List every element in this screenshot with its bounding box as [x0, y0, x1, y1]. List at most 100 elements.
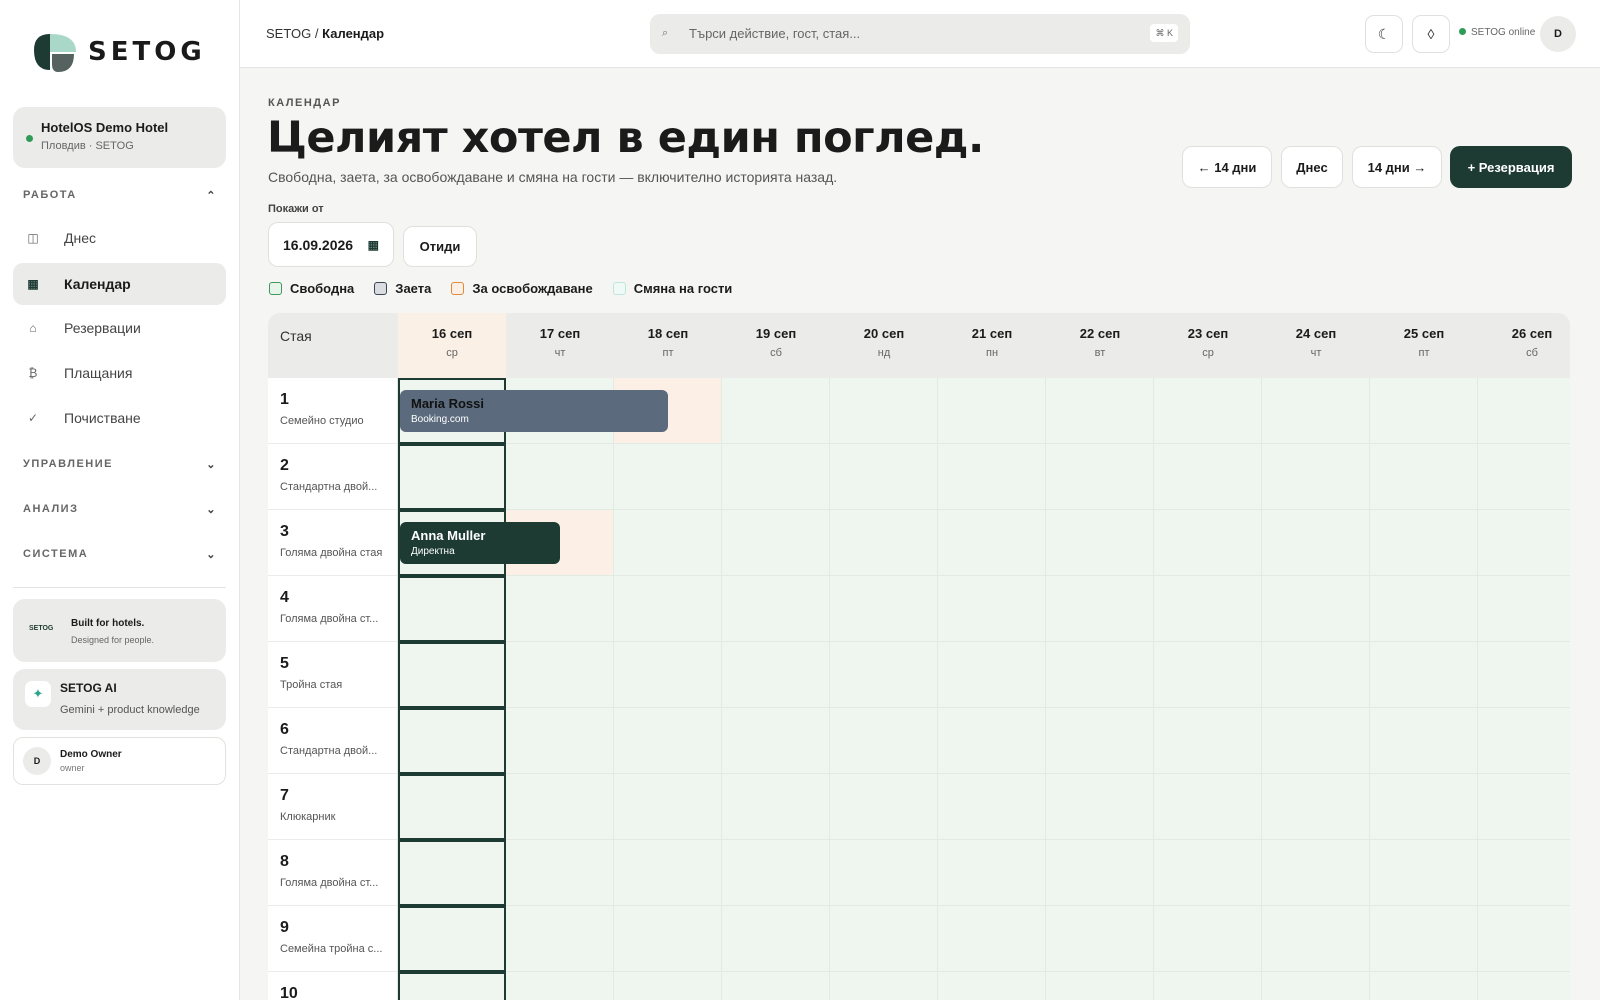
day-cell[interactable]	[398, 642, 506, 708]
theme-toggle-button[interactable]: ☾	[1365, 15, 1403, 53]
room-cell[interactable]: 4 Голяма двойна ст...	[268, 576, 398, 642]
room-cell[interactable]: 10	[268, 972, 398, 1000]
day-cell[interactable]	[830, 642, 938, 708]
sidebar-item-cleaning[interactable]: ✓ Почистване	[13, 397, 226, 439]
day-cell[interactable]	[938, 510, 1046, 576]
day-cell[interactable]	[614, 972, 722, 1000]
section-analiz[interactable]: АНАЛИЗ ⌄	[23, 503, 217, 516]
day-cell[interactable]	[1262, 906, 1370, 972]
day-cell[interactable]	[1154, 840, 1262, 906]
day-cell[interactable]	[830, 576, 938, 642]
day-cell[interactable]	[1370, 708, 1478, 774]
day-cell[interactable]	[938, 972, 1046, 1000]
day-cell[interactable]	[938, 840, 1046, 906]
ai-assistant-card[interactable]: ✦ SETOG AI Gemini + product knowledge	[13, 669, 226, 730]
room-cell[interactable]: 2 Стандартна двой...	[268, 444, 398, 510]
day-cell[interactable]	[722, 444, 830, 510]
day-cell[interactable]	[1478, 906, 1570, 972]
day-cell[interactable]	[1262, 642, 1370, 708]
sidebar-item-reservations[interactable]: ⌂ Резервации	[13, 307, 226, 349]
today-button[interactable]: Днес	[1281, 146, 1343, 188]
day-cell[interactable]	[614, 840, 722, 906]
new-reservation-button[interactable]: + Резервация	[1450, 146, 1572, 188]
day-cell[interactable]	[1046, 840, 1154, 906]
section-rabota[interactable]: РАБОТА ⌃	[23, 189, 217, 202]
day-cell[interactable]	[1262, 576, 1370, 642]
day-cell[interactable]	[506, 774, 614, 840]
prev-14-days-button[interactable]: ← 14 дни	[1182, 146, 1272, 188]
day-cell[interactable]	[614, 642, 722, 708]
day-cell[interactable]	[398, 774, 506, 840]
day-cell[interactable]	[1370, 642, 1478, 708]
day-cell[interactable]	[722, 972, 830, 1000]
room-cell[interactable]: 7 Клюкарник	[268, 774, 398, 840]
day-cell[interactable]	[1370, 444, 1478, 510]
day-cell[interactable]	[614, 444, 722, 510]
day-cell[interactable]	[1478, 378, 1570, 444]
day-cell[interactable]	[1478, 708, 1570, 774]
day-cell[interactable]	[506, 708, 614, 774]
day-cell[interactable]	[398, 906, 506, 972]
day-cell[interactable]	[398, 972, 506, 1000]
day-cell[interactable]	[1262, 378, 1370, 444]
day-cell[interactable]	[506, 444, 614, 510]
section-sistema[interactable]: СИСТЕМА ⌄	[23, 548, 217, 561]
day-cell[interactable]	[506, 972, 614, 1000]
calendar-icon[interactable]: ▦	[368, 238, 379, 252]
room-cell[interactable]: 3 Голяма двойна стая	[268, 510, 398, 576]
day-cell[interactable]	[830, 708, 938, 774]
day-cell[interactable]	[722, 510, 830, 576]
room-cell[interactable]: 8 Голяма двойна ст...	[268, 840, 398, 906]
next-14-days-button[interactable]: 14 дни →	[1352, 146, 1442, 188]
day-cell[interactable]	[1046, 906, 1154, 972]
day-cell[interactable]	[1478, 576, 1570, 642]
day-cell[interactable]	[1154, 444, 1262, 510]
day-cell[interactable]	[1046, 774, 1154, 840]
day-cell[interactable]	[398, 840, 506, 906]
day-cell[interactable]	[614, 906, 722, 972]
day-cell[interactable]	[1154, 642, 1262, 708]
day-cell[interactable]	[830, 972, 938, 1000]
day-cell[interactable]	[722, 774, 830, 840]
day-cell[interactable]	[830, 510, 938, 576]
day-cell[interactable]	[1478, 840, 1570, 906]
day-cell[interactable]	[830, 906, 938, 972]
room-cell[interactable]: 9 Семейна тройна с...	[268, 906, 398, 972]
section-upravlenie[interactable]: УПРАВЛЕНИЕ ⌄	[23, 458, 217, 471]
day-cell[interactable]	[1046, 576, 1154, 642]
room-cell[interactable]: 5 Тройна стая	[268, 642, 398, 708]
breadcrumb-root[interactable]: SETOG	[266, 26, 311, 41]
day-cell[interactable]	[1478, 972, 1570, 1000]
day-cell[interactable]	[830, 774, 938, 840]
day-cell[interactable]	[938, 576, 1046, 642]
day-cell[interactable]	[614, 708, 722, 774]
day-cell[interactable]	[1046, 972, 1154, 1000]
day-cell[interactable]	[938, 642, 1046, 708]
day-cell[interactable]	[1478, 510, 1570, 576]
day-cell[interactable]	[938, 444, 1046, 510]
day-cell[interactable]	[506, 576, 614, 642]
day-cell[interactable]	[1262, 444, 1370, 510]
day-cell[interactable]	[938, 708, 1046, 774]
day-cell[interactable]	[1154, 510, 1262, 576]
day-cell[interactable]	[1478, 444, 1570, 510]
day-cell[interactable]	[722, 576, 830, 642]
day-cell[interactable]	[1154, 906, 1262, 972]
user-card[interactable]: D Demo Owner owner	[13, 737, 226, 785]
day-cell[interactable]	[722, 840, 830, 906]
booking-bar[interactable]: Anna Muller Директна	[400, 522, 560, 564]
day-cell[interactable]	[1370, 378, 1478, 444]
room-cell[interactable]: 6 Стандартна двой...	[268, 708, 398, 774]
brand-logo[interactable]: SETOG	[30, 32, 206, 72]
day-cell[interactable]	[614, 774, 722, 840]
day-cell[interactable]	[1478, 642, 1570, 708]
day-cell[interactable]	[1154, 972, 1262, 1000]
day-cell[interactable]	[1370, 774, 1478, 840]
day-cell[interactable]	[938, 378, 1046, 444]
go-button[interactable]: Отиди	[403, 226, 477, 267]
day-cell[interactable]	[722, 906, 830, 972]
day-cell[interactable]	[722, 378, 830, 444]
day-cell[interactable]	[830, 840, 938, 906]
room-cell[interactable]: 1 Семейно студио	[268, 378, 398, 444]
day-cell[interactable]	[614, 576, 722, 642]
